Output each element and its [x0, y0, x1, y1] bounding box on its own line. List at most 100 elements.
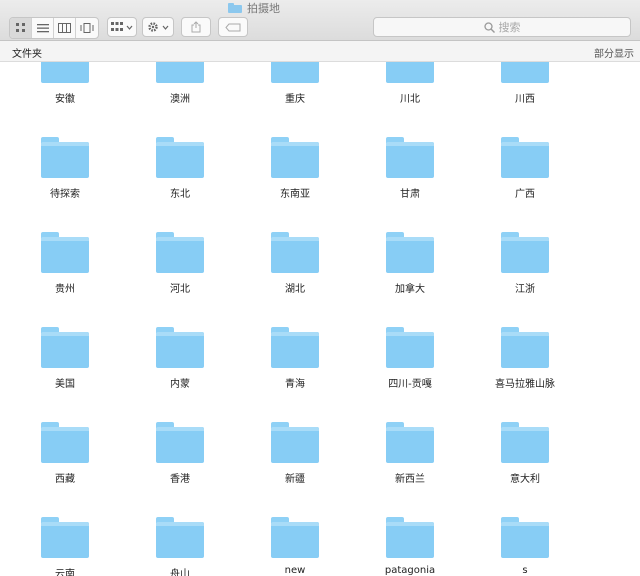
folder-item[interactable]: 意大利	[470, 422, 580, 487]
folder-item[interactable]: 青海	[240, 327, 350, 392]
folder-icon	[386, 517, 434, 558]
folder-label: 江浙	[515, 284, 535, 295]
coverflow-view-button[interactable]	[76, 18, 98, 38]
icon-view-button[interactable]	[10, 18, 32, 38]
show-less-link[interactable]: 部分显示	[594, 45, 634, 60]
folder-item[interactable]: 舟山	[125, 517, 235, 576]
folder-item[interactable]: 湖北	[240, 232, 350, 297]
folder-item[interactable]: 云南	[10, 517, 120, 576]
folder-icon	[386, 232, 434, 273]
gear-icon	[148, 22, 158, 32]
folder-icon	[501, 62, 549, 83]
folder-label: 川北	[400, 94, 420, 105]
search-icon	[483, 21, 495, 33]
folder-item[interactable]: 新疆	[240, 422, 350, 487]
folder-item[interactable]: new	[240, 517, 350, 576]
chevron-down-icon	[126, 25, 133, 30]
list-view-button[interactable]	[32, 18, 54, 38]
folder-icon	[271, 62, 319, 83]
folder-icon	[271, 137, 319, 178]
folder-icon	[501, 422, 549, 463]
folder-item[interactable]: 川西	[470, 62, 580, 107]
folder-icon	[41, 327, 89, 368]
folder-label: 加拿大	[395, 284, 425, 295]
folder-label: new	[284, 565, 306, 576]
share-button[interactable]	[181, 17, 211, 37]
folder-label: 美国	[55, 379, 75, 390]
folder-item[interactable]: 美国	[10, 327, 120, 392]
list-view-icon	[36, 24, 49, 33]
folder-icon	[41, 232, 89, 273]
folder-label: 意大利	[510, 474, 540, 485]
folder-icon	[156, 422, 204, 463]
folder-item[interactable]: 安徽	[10, 62, 120, 107]
folder-label: 香港	[170, 474, 190, 485]
folder-item[interactable]: 西藏	[10, 422, 120, 487]
group-by-button[interactable]	[107, 17, 137, 37]
folder-label: 云南	[55, 569, 75, 576]
folder-label: 澳洲	[170, 94, 190, 105]
folder-label: 东北	[170, 189, 190, 200]
folder-icon	[41, 422, 89, 463]
folder-icon	[386, 137, 434, 178]
action-menu-button[interactable]	[142, 17, 174, 37]
folder-icon	[156, 517, 204, 558]
folder-label: 川西	[515, 94, 535, 105]
folder-label: 广西	[515, 189, 535, 200]
folder-label: 湖北	[285, 284, 305, 295]
tag-icon	[225, 23, 241, 31]
folder-item[interactable]: 加拿大	[355, 232, 465, 297]
folder-item[interactable]: 川北	[355, 62, 465, 107]
folder-item[interactable]: 澳洲	[125, 62, 235, 107]
column-view-button[interactable]	[54, 18, 76, 38]
column-view-icon	[58, 23, 71, 33]
folder-item[interactable]: 内蒙	[125, 327, 235, 392]
folder-item[interactable]: 东北	[125, 137, 235, 202]
folder-label: 喜马拉雅山脉	[495, 379, 555, 390]
search-placeholder: 搜索	[498, 21, 521, 34]
folder-label: 新西兰	[395, 474, 425, 485]
folder-label: patagonia	[384, 565, 436, 576]
folder-icon	[386, 62, 434, 83]
folder-item[interactable]: 重庆	[240, 62, 350, 107]
folder-label: 甘肃	[400, 189, 420, 200]
edit-tags-button[interactable]	[218, 17, 248, 37]
folder-item[interactable]: 河北	[125, 232, 235, 297]
folder-item[interactable]: 江浙	[470, 232, 580, 297]
grid-icon	[111, 22, 123, 31]
folder-item[interactable]: 四川-贡嘎	[355, 327, 465, 392]
folder-item[interactable]: 贵州	[10, 232, 120, 297]
folder-icon	[386, 422, 434, 463]
folder-item[interactable]: 待探索	[10, 137, 120, 202]
folder-icon	[228, 3, 242, 13]
folder-label: 舟山	[170, 569, 190, 576]
folder-label: 内蒙	[170, 379, 190, 390]
window-title-text: 拍摄地	[247, 2, 280, 15]
folder-icon	[156, 137, 204, 178]
folder-icon	[41, 517, 89, 558]
toolbar: 拍摄地 搜索	[0, 0, 640, 41]
folder-icon	[41, 137, 89, 178]
folder-icon	[156, 327, 204, 368]
folder-icon	[501, 517, 549, 558]
folder-item[interactable]: patagonia	[355, 517, 465, 576]
folder-item[interactable]: 香港	[125, 422, 235, 487]
folder-label: 青海	[285, 379, 305, 390]
folder-item[interactable]: 广西	[470, 137, 580, 202]
section-label: 文件夹	[12, 49, 42, 60]
folder-icon	[501, 232, 549, 273]
view-mode-segmented-control	[9, 17, 99, 39]
folder-item[interactable]: 甘肃	[355, 137, 465, 202]
folder-icon	[156, 62, 204, 83]
folder-label: 东南亚	[280, 189, 310, 200]
folder-item[interactable]: 新西兰	[355, 422, 465, 487]
icon-view-icon	[15, 23, 25, 32]
folder-item[interactable]: s	[470, 517, 580, 576]
folder-item[interactable]: 东南亚	[240, 137, 350, 202]
folder-label: 新疆	[285, 474, 305, 485]
folder-label: s	[522, 565, 528, 576]
folder-icon	[501, 327, 549, 368]
folder-item[interactable]: 喜马拉雅山脉	[470, 327, 580, 392]
search-field[interactable]: 搜索	[373, 17, 631, 37]
folder-label: 待探索	[50, 189, 80, 200]
